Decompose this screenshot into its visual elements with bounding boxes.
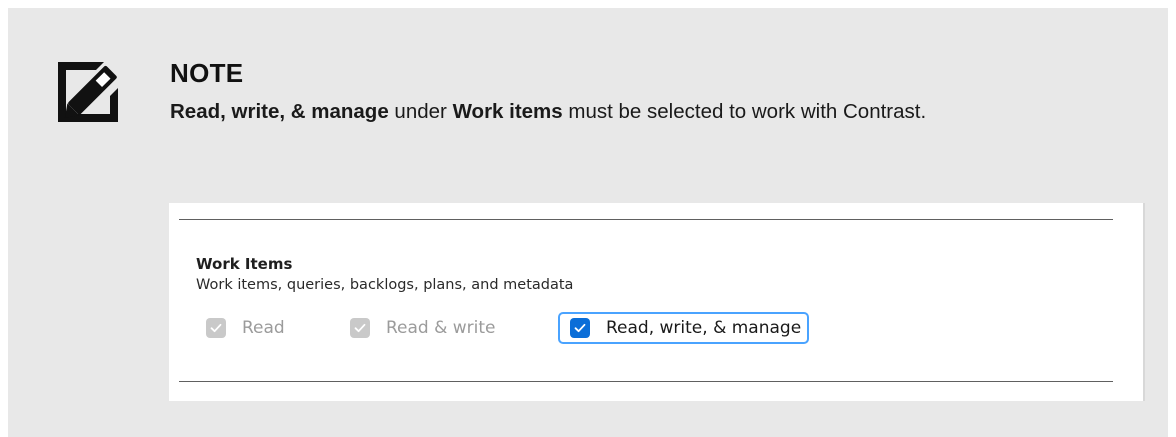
checkbox-read[interactable] [206, 318, 226, 338]
option-read[interactable]: Read [206, 315, 285, 341]
work-items-description: Work items, queries, backlogs, plans, an… [196, 277, 574, 293]
option-read-write-manage[interactable]: Read, write, & manage [558, 312, 810, 344]
check-icon [354, 323, 366, 333]
check-icon [574, 323, 586, 333]
check-icon [210, 323, 222, 333]
option-read-write-manage-label: Read, write, & manage [606, 318, 802, 338]
checkbox-read-write-manage[interactable] [570, 318, 590, 338]
note-text-tail: must be selected to work with Contrast. [562, 100, 927, 123]
note-bold-work-items: Work items [452, 100, 563, 123]
option-read-write[interactable]: Read & write [350, 315, 496, 341]
note-text-under: under [388, 100, 453, 123]
note-callout: NOTE Read, write, & manage under Work it… [8, 8, 1168, 437]
option-read-write-label: Read & write [386, 318, 496, 338]
note-body: Read, write, & manage under Work items m… [170, 98, 1070, 125]
option-read-label: Read [242, 318, 285, 338]
checkbox-read-write[interactable] [350, 318, 370, 338]
note-title: NOTE [170, 58, 244, 88]
work-items-title: Work Items [196, 255, 293, 273]
permissions-screenshot: Work Items Work items, queries, backlogs… [169, 203, 1145, 401]
note-icon [58, 62, 118, 122]
screenshot-edge [1143, 203, 1145, 401]
bottom-divider [179, 381, 1113, 382]
note-bold-permission: Read, write, & manage [170, 100, 389, 123]
top-divider [179, 219, 1113, 220]
